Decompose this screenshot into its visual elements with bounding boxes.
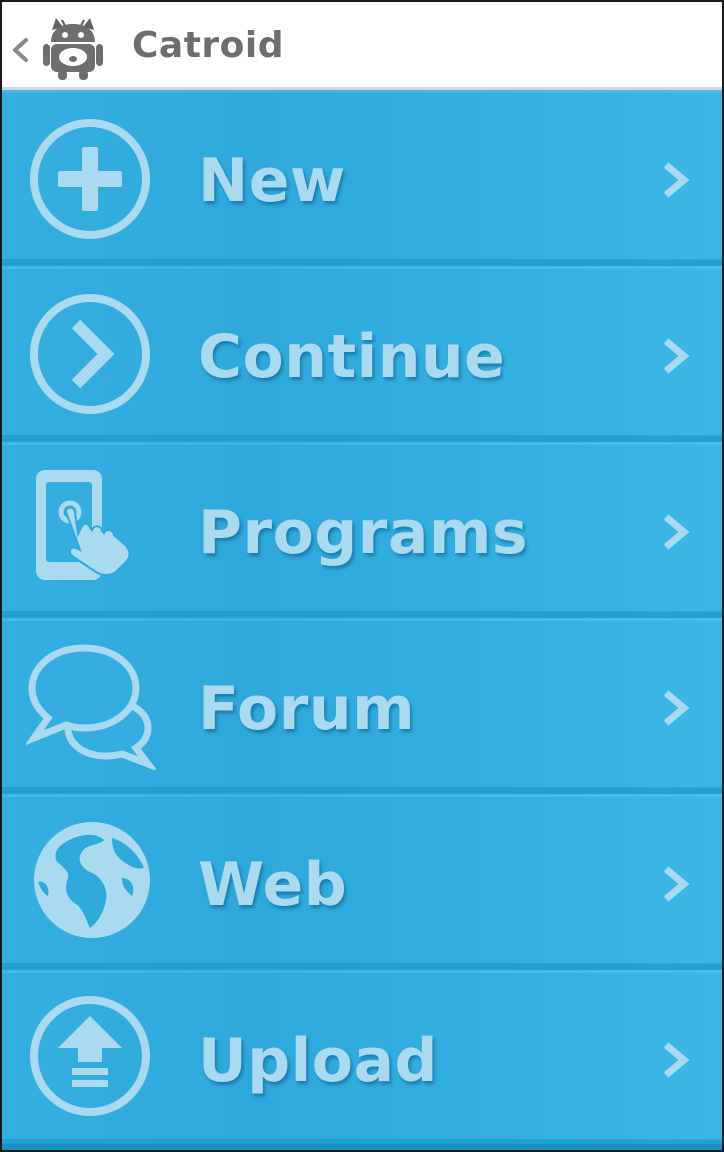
chevron-right-icon <box>663 338 690 374</box>
menu-item-programs[interactable]: Programs <box>2 442 722 613</box>
chevron-right-icon <box>663 162 690 198</box>
menu-item-label: Programs <box>198 498 529 568</box>
menu-item-label: New <box>198 146 346 216</box>
menu-item-new[interactable]: New <box>2 90 722 261</box>
menu-item-continue[interactable]: Continue <box>2 266 722 437</box>
menu-item-label: Forum <box>198 674 416 744</box>
menu-item-upload[interactable]: Upload <box>2 970 722 1141</box>
menu-item-label: Upload <box>198 1026 438 1096</box>
chevron-right-icon <box>663 690 690 726</box>
plus-circle-icon <box>30 119 150 239</box>
touch-phone-icon <box>36 470 131 580</box>
chevron-circle-icon <box>30 294 150 414</box>
app-title: Catroid <box>132 25 285 66</box>
globe-icon <box>34 822 150 938</box>
menu-item-web[interactable]: Web <box>2 794 722 965</box>
chevron-right-icon <box>663 514 690 550</box>
chat-bubbles-icon <box>26 644 156 770</box>
bottom-divider <box>2 1144 722 1150</box>
action-bar: Catroid <box>2 2 722 90</box>
upload-circle-icon <box>30 996 150 1116</box>
chevron-right-icon <box>663 1042 690 1078</box>
menu-item-label: Web <box>198 850 348 920</box>
chevron-left-icon <box>13 38 28 62</box>
menu-item-forum[interactable]: Forum <box>2 618 722 789</box>
up-navigation-button[interactable] <box>4 12 114 80</box>
menu-item-label: Continue <box>198 322 506 392</box>
main-menu: New Continue Programs Forum Web Upload <box>2 90 722 1141</box>
catroid-logo-icon <box>43 18 103 80</box>
chevron-right-icon <box>663 866 690 902</box>
app-screen: Catroid New Continue Programs Forum Web … <box>2 2 722 1150</box>
